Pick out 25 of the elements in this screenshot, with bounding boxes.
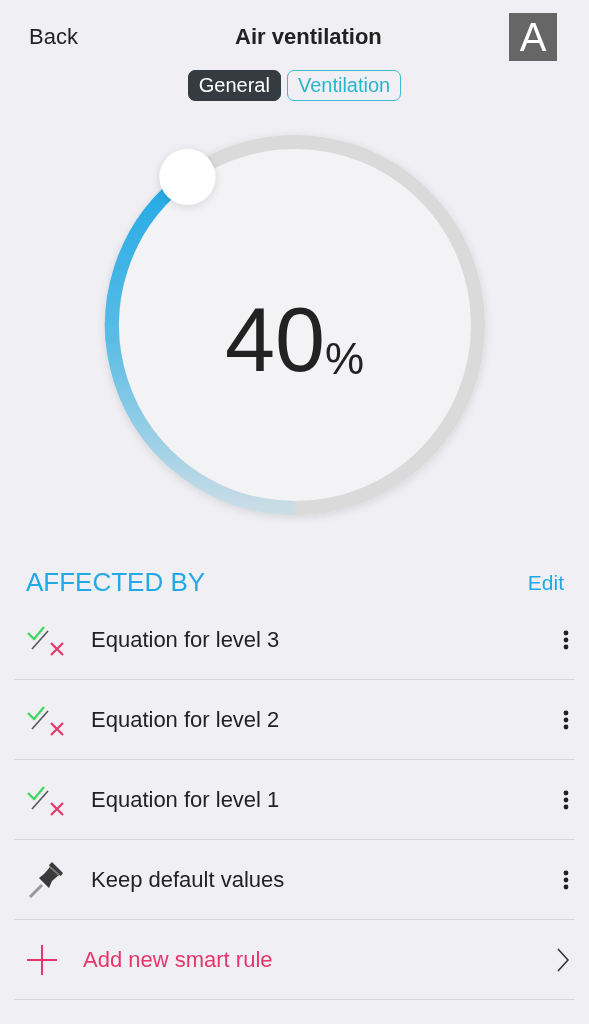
- rule-row[interactable]: Equation for level 2: [14, 680, 575, 760]
- chevron-icon: [557, 947, 569, 972]
- dial-value: 40: [224, 288, 325, 392]
- rule-label: Add new smart rule: [83, 946, 274, 973]
- pushpin-icon: [26, 860, 66, 899]
- rule-row[interactable]: Equation for level 1: [14, 760, 575, 840]
- dial-knob[interactable]: [158, 148, 215, 205]
- rule-label: Equation for level 1: [91, 786, 281, 813]
- rule-label: Equation for level 3: [91, 626, 281, 653]
- more-icon[interactable]: [563, 789, 569, 810]
- tab[interactable]: General: [187, 70, 281, 101]
- dial-unit: %: [325, 334, 365, 384]
- plus-icon: [26, 943, 58, 976]
- rule-row[interactable]: Keep default values: [14, 840, 575, 920]
- rule-row[interactable]: Equation for level 3: [14, 600, 575, 680]
- section-title: AFFECTED BY: [26, 567, 206, 598]
- screen-title: Air ventilation: [235, 24, 382, 50]
- back-button[interactable]: Back: [29, 24, 78, 50]
- more-icon[interactable]: [563, 629, 569, 650]
- rule-row[interactable]: Add new smart rule: [14, 920, 575, 1000]
- more-icon[interactable]: [563, 709, 569, 730]
- rule-label: Keep default values: [91, 866, 286, 893]
- letter-badge: A: [509, 13, 557, 61]
- more-icon[interactable]: [563, 869, 569, 890]
- rule-label: Equation for level 2: [91, 706, 281, 733]
